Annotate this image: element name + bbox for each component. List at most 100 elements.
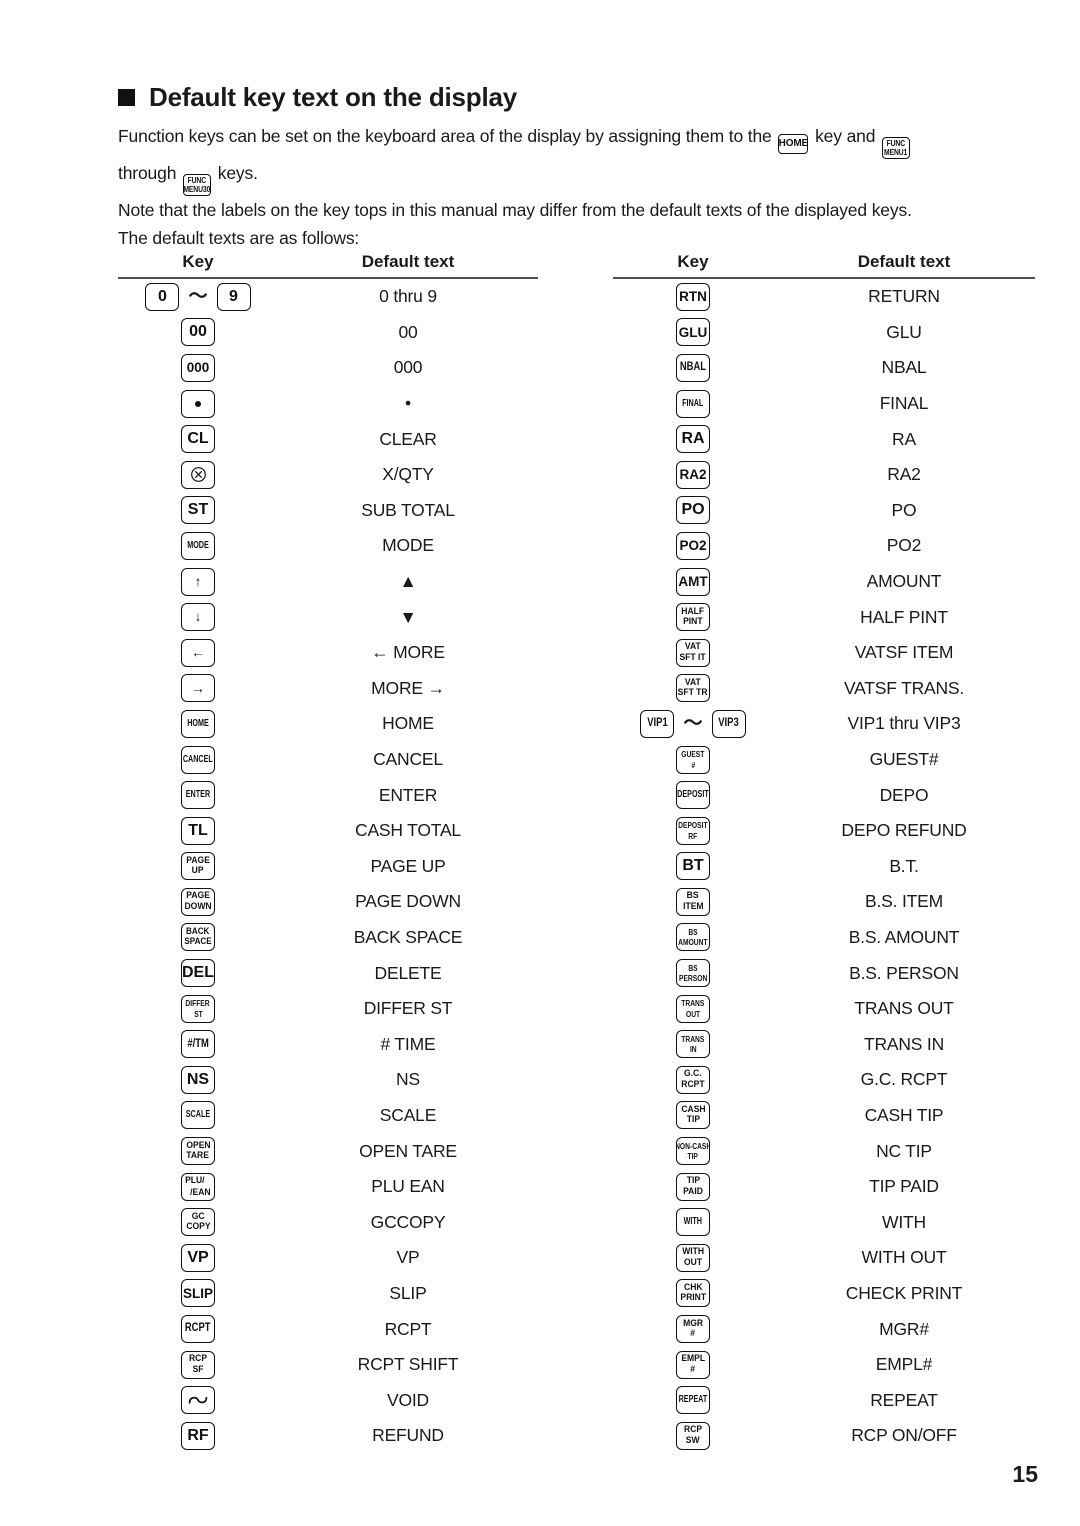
page-title: Default key text on the display bbox=[149, 82, 518, 112]
bs-person-key-icon: BS PERSON bbox=[676, 959, 710, 988]
default-text-cell: RA2 bbox=[887, 464, 921, 485]
default-text-cell: PLU EAN bbox=[371, 1176, 445, 1197]
key-label-line2: # bbox=[690, 1328, 696, 1340]
column-header-default-text: Default text bbox=[857, 252, 951, 271]
key-cell: DEPOSIT bbox=[613, 781, 773, 810]
00-key-icon: 00 bbox=[181, 318, 215, 347]
range-tilde: 〜 bbox=[683, 713, 703, 735]
default-text-cell: GLU bbox=[886, 321, 922, 342]
table-row: NBAL NBAL bbox=[613, 350, 1035, 386]
page-up-key-icon: PAGE UP bbox=[181, 852, 215, 881]
key-label-line1: ↓ bbox=[194, 609, 202, 625]
key-cell: BS AMOUNT bbox=[613, 923, 773, 952]
bt-key-icon: BT bbox=[676, 852, 710, 881]
intro-text-2a: through bbox=[118, 163, 177, 183]
key-cell: VAT SFT TR bbox=[613, 674, 773, 703]
tm-key-icon: #/TM bbox=[181, 1030, 215, 1059]
default-text-cell: DELETE bbox=[374, 962, 442, 983]
table-row: BS AMOUNT B.S. AMOUNT bbox=[613, 920, 1035, 956]
default-text-cell: SLIP bbox=[389, 1282, 427, 1303]
default-text-cell: RA bbox=[892, 428, 916, 449]
key-key-icon: ↑ bbox=[181, 567, 215, 596]
key-label-line1: RCPT bbox=[185, 1322, 211, 1335]
default-text-cell: DIFFER ST bbox=[363, 998, 453, 1019]
key-cell: RA bbox=[613, 425, 773, 454]
table-row: DIFFER ST DIFFER ST bbox=[118, 991, 538, 1027]
enter-key-icon: ENTER bbox=[181, 781, 215, 810]
key-label-line1: TRANS bbox=[681, 1033, 705, 1044]
table-row: EMPL # EMPL# bbox=[613, 1347, 1035, 1383]
rf-key-icon: RF bbox=[181, 1421, 215, 1450]
key-cell: DIFFER ST bbox=[118, 994, 278, 1023]
key-label-line1: #/TM bbox=[187, 1037, 209, 1050]
key-cell: RF bbox=[118, 1421, 278, 1450]
default-text-cell: GCCOPY bbox=[370, 1211, 446, 1232]
table-row: TRANS OUT TRANS OUT bbox=[613, 991, 1035, 1027]
default-text-cell: GUEST# bbox=[869, 749, 939, 770]
key-label-line2: SFT IT bbox=[679, 651, 707, 663]
default-text-cell: CASH TOTAL bbox=[355, 820, 461, 841]
key-label-line2: IN bbox=[689, 1044, 697, 1055]
default-text-cell: VP bbox=[396, 1247, 420, 1268]
key-label-line1: SCALE bbox=[185, 1109, 211, 1121]
key-cell: 00 bbox=[118, 318, 278, 347]
table-row: DEL DELETE bbox=[118, 955, 538, 991]
key-cell: PO2 bbox=[613, 531, 773, 560]
cancel-key-icon: CANCEL bbox=[181, 745, 215, 774]
default-text-cell: PAGE UP bbox=[370, 855, 446, 876]
home-key-icon: HOME bbox=[778, 134, 809, 154]
bs-item-key-icon: BS ITEM bbox=[676, 887, 710, 916]
default-text-cell: 000 bbox=[393, 357, 423, 378]
key-label-line2: /EAN bbox=[190, 1187, 211, 1199]
key-cell: 000 bbox=[118, 353, 278, 382]
default-text-cell: EMPL# bbox=[875, 1354, 933, 1375]
key-cell: PAGE DOWN bbox=[118, 887, 278, 916]
differ-st-key-icon: DIFFER ST bbox=[181, 994, 215, 1023]
table-row: AMT AMOUNT bbox=[613, 564, 1035, 600]
key-cell: CHK PRINT bbox=[613, 1279, 773, 1308]
key-label-line2: AMOUNT bbox=[678, 937, 708, 948]
decimal-point-key-icon bbox=[181, 389, 215, 418]
deposit-rf-key-icon: DEPOSIT RF bbox=[676, 816, 710, 845]
key-cell: FINAL bbox=[613, 389, 773, 418]
default-text-cell: RCPT bbox=[384, 1318, 432, 1339]
plu-ean-key-icon: PLU//EAN bbox=[181, 1172, 215, 1201]
default-text-cell: PAGE DOWN bbox=[355, 891, 461, 912]
table-row: BS PERSON B.S. PERSON bbox=[613, 955, 1035, 991]
key-label-line2: PAID bbox=[683, 1185, 703, 1197]
rcp-sw-key-icon: RCP SW bbox=[676, 1421, 710, 1450]
key-cell: OPEN TARE bbox=[118, 1137, 278, 1166]
key-label-line1: NS bbox=[186, 1070, 210, 1088]
key-cell: GUEST # bbox=[613, 745, 773, 774]
key-cell: WITH OUT bbox=[613, 1243, 773, 1272]
default-text-cell: SUB TOTAL bbox=[361, 499, 455, 520]
table-row: PAGE UP PAGE UP bbox=[118, 849, 538, 885]
table-row: BACK SPACE BACK SPACE bbox=[118, 920, 538, 956]
deposit-key-icon: DEPOSIT bbox=[676, 781, 710, 810]
table-row: 00 00 bbox=[118, 315, 538, 351]
table-row: SLIP SLIP bbox=[118, 1276, 538, 1312]
key-label-line1: VP bbox=[187, 1248, 209, 1266]
key-cell: ENTER bbox=[118, 781, 278, 810]
key-cell: #/TM bbox=[118, 1030, 278, 1059]
key-label-line2: ITEM bbox=[682, 900, 704, 912]
intro-text-1b: key and bbox=[815, 126, 876, 146]
key-cell: NS bbox=[118, 1065, 278, 1094]
table-row: TL CASH TOTAL bbox=[118, 813, 538, 849]
default-text-cell: ▼ bbox=[399, 606, 417, 627]
key-cell bbox=[118, 1386, 278, 1415]
default-text-cell: SCALE bbox=[379, 1104, 437, 1125]
key-cell: RA2 bbox=[613, 460, 773, 489]
default-text-cell: VATSF ITEM bbox=[854, 642, 954, 663]
key-cell: ↑ bbox=[118, 567, 278, 596]
default-text-cell: B.S. AMOUNT bbox=[848, 926, 960, 947]
default-text-cell: B.S. ITEM bbox=[865, 891, 943, 912]
key-cell: PO bbox=[613, 496, 773, 525]
func-menu1-key-icon: FUNC MENU1 bbox=[882, 137, 911, 159]
scale-key-icon: SCALE bbox=[181, 1101, 215, 1130]
table-row: PAGE DOWN PAGE DOWN bbox=[118, 884, 538, 920]
key-label-line2: SPACE bbox=[184, 936, 212, 948]
column-header-key: Key bbox=[182, 252, 214, 271]
key-label-line2: UP bbox=[192, 865, 204, 877]
key-label-line1: HOME bbox=[187, 717, 209, 729]
